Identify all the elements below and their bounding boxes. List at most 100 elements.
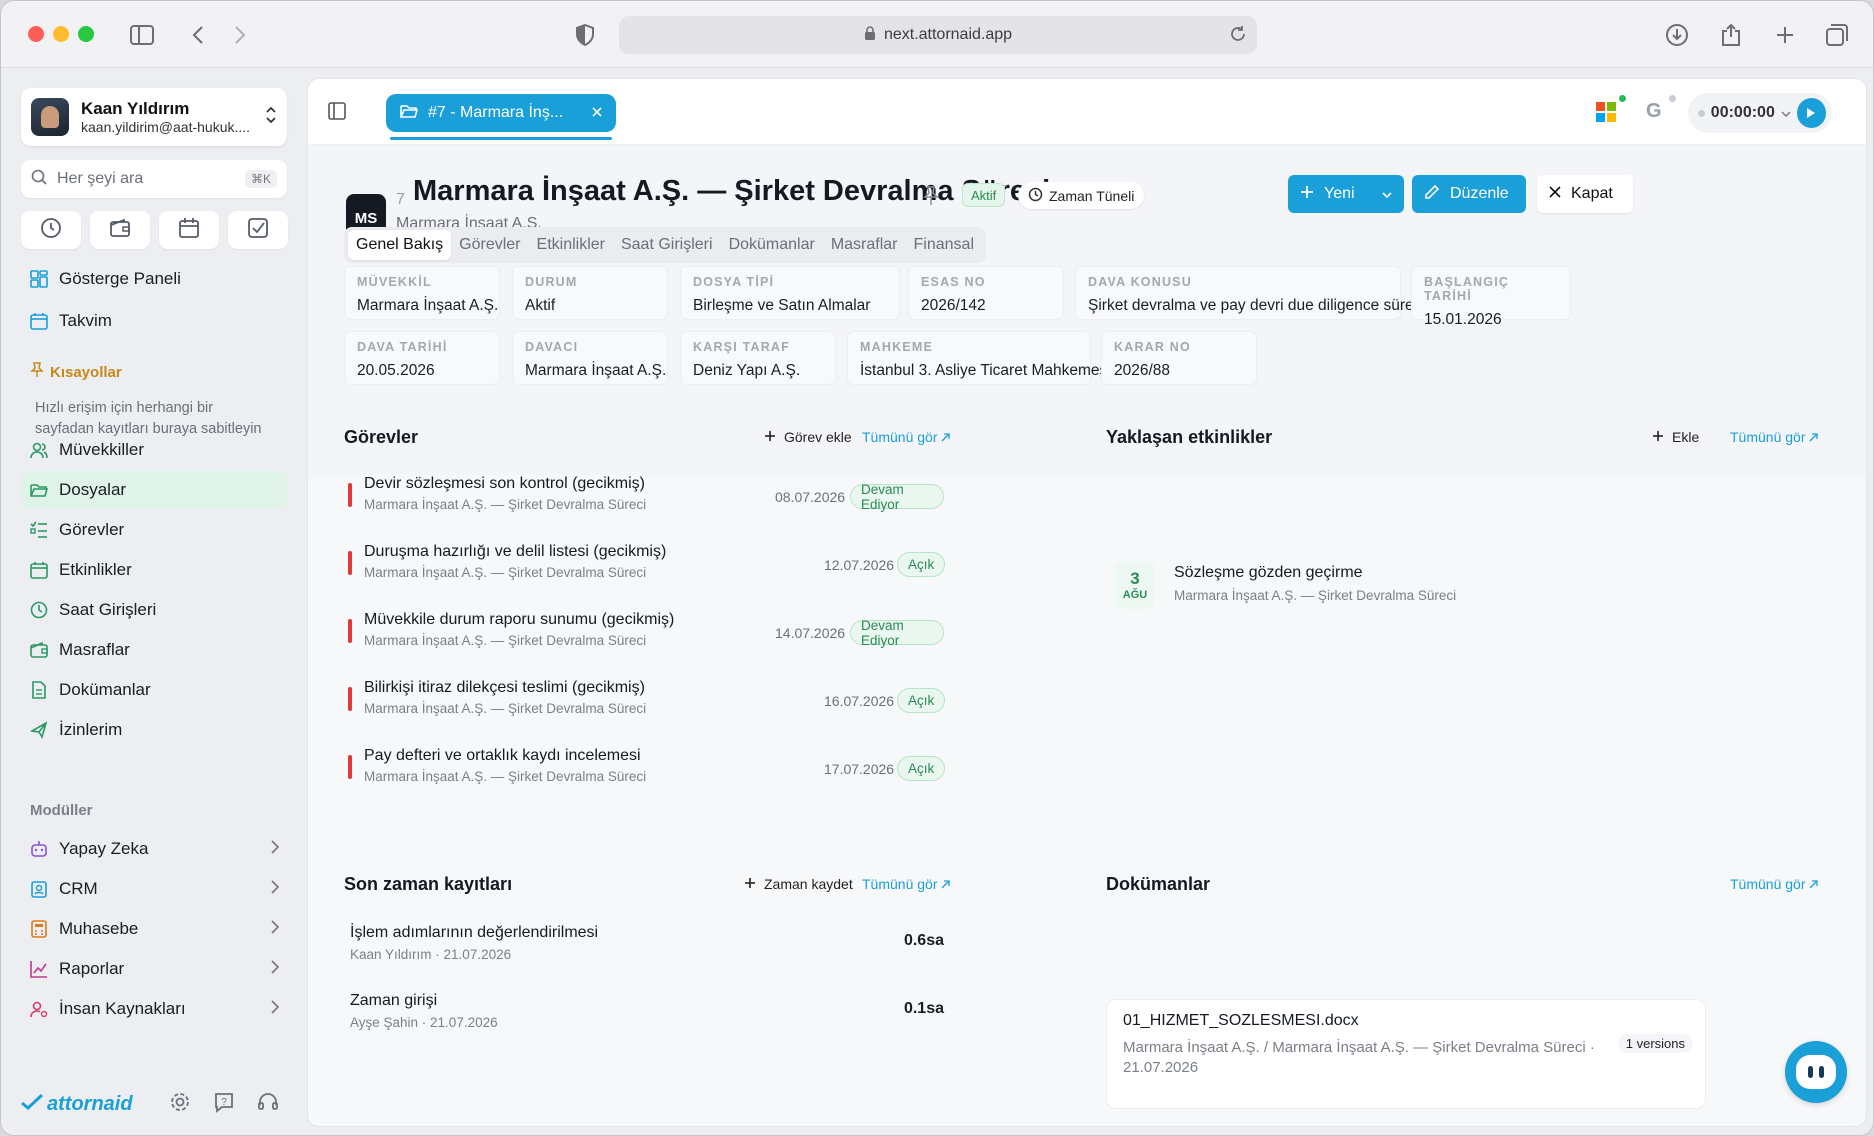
sidebar-item-hr[interactable]: İnsan Kaynakları — [21, 990, 287, 1028]
task-title: Devir sözleşmesi son kontrol (gecikmiş) — [364, 475, 645, 492]
task-row[interactable]: Müvekkile durum raporu sunumu (gecikmiş)… — [344, 609, 944, 661]
task-case: Marmara İnşaat A.Ş. — Şirket Devralma Sü… — [364, 497, 647, 512]
pin-icon[interactable] — [923, 186, 939, 211]
time-entry-title: İşlem adımlarının değerlendirilmesi — [350, 924, 599, 941]
user-switcher[interactable]: Kaan Yıldırım kaan.yildirim@aat-hukuk...… — [21, 88, 287, 146]
tab-overview[interactable]: Genel Bakış — [348, 230, 452, 260]
calendar-icon — [178, 217, 200, 244]
tab-case-7[interactable]: #7 - Marmara İnş... — [386, 94, 616, 132]
tab-time-entries[interactable]: Saat Girişleri — [613, 230, 721, 260]
headset-icon[interactable] — [257, 1091, 279, 1118]
events-see-all-link[interactable]: Tümünü gör — [1730, 429, 1819, 445]
sidebar-item-documents[interactable]: Dokümanlar — [21, 671, 287, 709]
chevron-right-icon — [271, 999, 280, 1019]
minimize-window-button[interactable] — [53, 26, 69, 42]
google-icon[interactable]: G — [1646, 100, 1662, 123]
assistant-chat-button[interactable] — [1785, 1041, 1847, 1103]
sidebar-item-expenses[interactable]: Masraflar — [21, 631, 287, 669]
tab-expenses[interactable]: Masraflar — [823, 230, 906, 260]
tab-tasks[interactable]: Görevler — [451, 230, 528, 260]
add-task-button[interactable]: Görev ekle — [764, 429, 852, 445]
time-entry-hours: 0.6sa — [903, 932, 944, 949]
task-row[interactable]: Bilirkişi itiraz dilekçesi teslimi (geci… — [344, 677, 946, 729]
sidebar-item-dashboard[interactable]: Gösterge Paneli — [21, 260, 287, 298]
time-entries-section-title: Son zaman kayıtları — [344, 874, 513, 894]
browser-window: next.attornaid.app Kaan Yıldırım kaan.yi… — [0, 0, 1874, 1136]
close-window-button[interactable] — [28, 26, 44, 42]
active-tab-indicator — [390, 137, 612, 140]
field-opposing-party: KARŞI TARAF Deniz Yapı A.Ş. — [680, 331, 836, 385]
user-email: kaan.yildirim@aat-hukuk.... — [81, 119, 251, 135]
attornaid-logo[interactable]: attornaid — [21, 1093, 133, 1116]
calendar-icon — [29, 311, 49, 331]
new-tab-icon[interactable] — [1771, 21, 1799, 49]
quick-tasks-button[interactable] — [228, 211, 288, 249]
sidebar-item-reports[interactable]: Raporlar — [21, 950, 287, 988]
time-entry-row[interactable]: Zaman girişi Ayşe Şahin · 21.07.2026 0.1… — [350, 992, 944, 1042]
edit-button[interactable]: Düzenle — [1412, 175, 1526, 213]
task-title: Bilirkişi itiraz dilekçesi teslimi (geci… — [364, 679, 645, 696]
forward-icon[interactable] — [226, 21, 254, 49]
sidebar-toggle-icon[interactable] — [128, 21, 156, 49]
timer-widget[interactable]: 00:00:00 — [1688, 93, 1832, 133]
sidebar-item-calendar[interactable]: Takvim — [21, 302, 287, 340]
status-badge: Devam Ediyor — [850, 482, 944, 512]
sidebar-item-accounting[interactable]: Muhasebe — [21, 910, 287, 948]
sidebar-item-crm[interactable]: CRM — [21, 870, 287, 908]
case-subtabs: Genel Bakış Görevler Etkinlikler Saat Gi… — [344, 227, 986, 263]
search-input[interactable]: Her şeyi ara ⌘K — [21, 160, 287, 198]
address-bar[interactable]: next.attornaid.app — [619, 16, 1257, 54]
close-tab-icon[interactable] — [592, 104, 602, 122]
time-entries-see-all-link[interactable]: Tümünü gör — [862, 876, 951, 892]
quick-calendar-button[interactable] — [159, 211, 219, 249]
plane-icon — [29, 720, 49, 740]
page-title: Marmara İnşaat A.Ş. — Şirket Devralma Sü… — [413, 175, 1051, 207]
log-time-button[interactable]: Zaman kaydet — [744, 876, 853, 892]
share-icon[interactable] — [1717, 21, 1745, 49]
sidebar-item-ai[interactable]: Yapay Zeka — [21, 830, 287, 868]
sidebar-item-cases[interactable]: Dosyalar — [21, 471, 287, 509]
tab-overview-icon[interactable] — [1823, 21, 1851, 49]
sidebar-item-time-entries[interactable]: Saat Girişleri — [21, 591, 287, 629]
back-icon[interactable] — [184, 21, 212, 49]
panel-toggle-icon[interactable] — [328, 102, 346, 125]
svg-text:?: ? — [221, 1097, 227, 1108]
document-card[interactable]: 01_HIZMET_SOZLESMESI.docx Marmara İnşaat… — [1106, 999, 1706, 1109]
overdue-indicator — [348, 551, 352, 575]
maximize-window-button[interactable] — [78, 26, 94, 42]
search-placeholder: Her şeyi ara — [57, 170, 144, 187]
tab-financial[interactable]: Finansal — [906, 230, 982, 260]
sidebar-item-tasks[interactable]: Görevler — [21, 511, 287, 549]
microsoft-icon[interactable] — [1596, 102, 1616, 122]
quick-clock-button[interactable] — [21, 211, 81, 249]
tab-events[interactable]: Etkinlikler — [529, 230, 613, 260]
task-row[interactable]: Devir sözleşmesi son kontrol (gecikmiş) … — [344, 473, 944, 525]
refresh-icon[interactable] — [1229, 25, 1247, 48]
sidebar-item-leaves[interactable]: İzinlerim — [21, 711, 287, 749]
tab-documents[interactable]: Dokümanlar — [721, 230, 823, 260]
time-entry-title: Zaman girişi — [350, 992, 438, 1009]
sidebar-item-label: Dokümanlar — [59, 680, 151, 699]
time-entry-row[interactable]: İşlem adımlarının değerlendirilmesi Kaan… — [350, 924, 944, 974]
timeline-button[interactable]: Zaman Tüneli — [1018, 182, 1145, 209]
close-case-button[interactable]: Kapat — [1537, 175, 1633, 213]
task-row[interactable]: Duruşma hazırlığı ve delil listesi (geci… — [344, 541, 946, 593]
sidebar-item-label: İnsan Kaynakları — [59, 999, 186, 1018]
help-icon[interactable]: ? — [213, 1091, 235, 1118]
event-case: Marmara İnşaat A.Ş. — Şirket Devralma Sü… — [1174, 588, 1457, 603]
clock-icon — [29, 600, 49, 620]
documents-see-all-link[interactable]: Tümünü gör — [1730, 876, 1819, 892]
shield-icon[interactable] — [571, 21, 599, 49]
add-event-button[interactable]: Ekle — [1652, 429, 1699, 445]
task-row[interactable]: Pay defteri ve ortaklık kaydı incelemesi… — [344, 745, 946, 797]
tasks-see-all-link[interactable]: Tümünü gör — [862, 429, 951, 445]
sidebar-item-events[interactable]: Etkinlikler — [21, 551, 287, 589]
sidebar-item-clients[interactable]: Müvekkiller — [21, 431, 287, 469]
quick-wallet-button[interactable] — [90, 211, 150, 249]
play-button[interactable] — [1796, 98, 1826, 128]
new-button[interactable]: Yeni — [1288, 175, 1404, 213]
sidebar-item-label: Masraflar — [59, 640, 130, 659]
download-icon[interactable] — [1663, 21, 1691, 49]
event-item[interactable]: Sözleşme gözden geçirme Marmara İnşaat A… — [1174, 564, 1456, 603]
settings-icon[interactable] — [169, 1091, 191, 1118]
